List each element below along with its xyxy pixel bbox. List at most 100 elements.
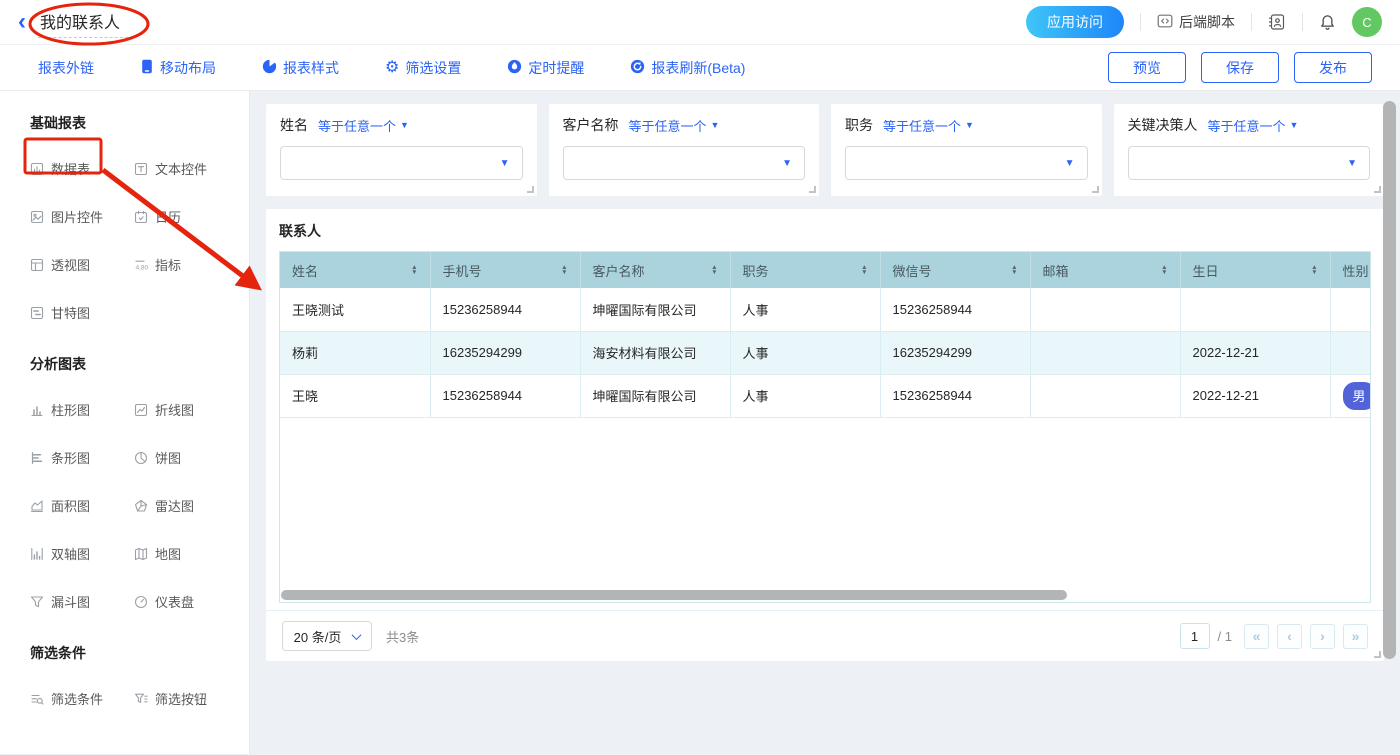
sort-icon[interactable]: ▲▼ (411, 265, 417, 275)
sort-icon[interactable]: ▲▼ (561, 265, 567, 275)
last-page-button[interactable]: » (1343, 624, 1368, 649)
page-size-select[interactable]: 20 条/页 (282, 621, 372, 651)
widget-sidebar: 基础报表 数据表 文本控件 图片控件 日历 (0, 91, 250, 754)
publish-button[interactable]: 发布 (1294, 52, 1372, 83)
sidebar-item-pivot-view[interactable]: 透视图 (30, 255, 134, 274)
horizontal-scrollbar[interactable] (281, 590, 1067, 600)
column-header-job[interactable]: 职务▲▼ (730, 252, 880, 288)
sidebar-item-filter-condition[interactable]: 筛选条件 (30, 689, 134, 708)
toolbar-item-report-style[interactable]: 报表样式 (262, 58, 339, 78)
filter-operator-dropdown[interactable]: 等于任意一个 ▼ (1208, 116, 1299, 135)
resize-handle[interactable] (809, 186, 816, 193)
page-number-input[interactable]: 1 (1180, 623, 1210, 649)
resize-handle[interactable] (1092, 186, 1099, 193)
save-button[interactable]: 保存 (1201, 52, 1279, 83)
column-header-name[interactable]: 姓名▲▼ (280, 252, 430, 288)
table-header-row: 姓名▲▼ 手机号▲▼ 客户名称▲▼ 职务▲▼ 微信号▲▼ 邮箱 ▲▼ 生日▲▼ 性… (280, 252, 1371, 288)
column-header-wechat[interactable]: 微信号▲▼ (880, 252, 1030, 288)
filter-operator-dropdown[interactable]: 等于任意一个 ▼ (318, 116, 409, 135)
filter-value-select[interactable]: ▼ (845, 146, 1088, 180)
filter-operator-dropdown[interactable]: 等于任意一个 ▼ (883, 116, 974, 135)
contacts-table-widget[interactable]: 联系人 姓名▲▼ 手机号▲▼ 客户名称▲▼ 职务▲▼ 微信号▲▼ (266, 209, 1384, 661)
backend-script-button[interactable]: 后端脚本 (1157, 12, 1235, 32)
filter-card-customer-name[interactable]: 客户名称 等于任意一个 ▼ ▼ (549, 104, 820, 196)
app-access-button[interactable]: 应用访问 (1026, 6, 1124, 38)
notification-bell-icon[interactable] (1319, 14, 1336, 31)
sidebar-item-funnel-chart[interactable]: 漏斗图 (30, 592, 134, 611)
cell-email (1030, 331, 1180, 374)
sidebar-item-label: 甘特图 (51, 303, 90, 322)
column-header-customer[interactable]: 客户名称▲▼ (580, 252, 730, 288)
back-icon[interactable]: ‹ (18, 10, 26, 34)
caret-down-icon: ▼ (711, 120, 720, 130)
resize-handle[interactable] (1374, 651, 1381, 658)
filter-widgets-row: 姓名 等于任意一个 ▼ ▼ 客户名称 等于任意一个 ▼ (266, 104, 1384, 196)
sort-icon[interactable]: ▲▼ (1311, 265, 1317, 275)
user-avatar[interactable]: C (1352, 7, 1382, 37)
caret-down-icon: ▼ (400, 120, 409, 130)
prev-page-button[interactable]: ‹ (1277, 624, 1302, 649)
table-row: 王晓 15236258944 坤曜国际有限公司 人事 15236258944 2… (280, 374, 1371, 417)
sidebar-item-label: 柱形图 (51, 400, 90, 419)
sidebar-item-map-chart[interactable]: 地图 (134, 544, 249, 563)
toolbar-item-filter-settings[interactable]: ⚙ 筛选设置 (385, 58, 461, 78)
column-header-phone[interactable]: 手机号▲▼ (430, 252, 580, 288)
sidebar-item-column-chart[interactable]: 柱形图 (30, 400, 134, 419)
filter-card-job-title[interactable]: 职务 等于任意一个 ▼ ▼ (831, 104, 1102, 196)
sidebar-item-line-chart[interactable]: 折线图 (134, 400, 249, 419)
gantt-icon (30, 306, 44, 320)
contacts-icon[interactable] (1268, 13, 1286, 31)
table-row: 王晓测试 15236258944 坤曜国际有限公司 人事 15236258944 (280, 288, 1371, 331)
filter-value-select[interactable]: ▼ (280, 146, 523, 180)
filter-value-select[interactable]: ▼ (1128, 146, 1371, 180)
toolbar-item-report-refresh[interactable]: 报表刷新(Beta) (630, 58, 745, 78)
resize-handle[interactable] (527, 186, 534, 193)
sidebar-item-bar-chart[interactable]: 条形图 (30, 448, 134, 467)
sidebar-item-filter-button[interactable]: 筛选按钮 (134, 689, 249, 708)
sort-icon[interactable]: ▲▼ (1011, 265, 1017, 275)
sidebar-item-calendar[interactable]: 日历 (134, 207, 249, 226)
sidebar-item-radar-chart[interactable]: 雷达图 (134, 496, 249, 515)
sort-icon[interactable]: ▲▼ (1161, 265, 1167, 275)
cell-job: 人事 (730, 288, 880, 331)
toolbar-item-mobile-layout[interactable]: 移动布局 (140, 58, 216, 78)
sidebar-item-data-table[interactable]: 数据表 (30, 159, 134, 178)
sort-icon[interactable]: ▲▼ (711, 265, 717, 275)
sidebar-item-indicator[interactable]: 4,80 指标 (134, 255, 249, 274)
next-page-button[interactable]: › (1310, 624, 1335, 649)
sidebar-item-gauge-chart[interactable]: 仪表盘 (134, 592, 249, 611)
refresh-icon (630, 59, 645, 77)
filter-value-select[interactable]: ▼ (563, 146, 806, 180)
filter-card-name[interactable]: 姓名 等于任意一个 ▼ ▼ (266, 104, 537, 196)
sidebar-item-image-widget[interactable]: 图片控件 (30, 207, 134, 226)
sidebar-item-text-widget[interactable]: 文本控件 (134, 159, 249, 178)
sidebar-item-area-chart[interactable]: 面积图 (30, 496, 134, 515)
filter-operator-dropdown[interactable]: 等于任意一个 ▼ (629, 116, 720, 135)
sidebar-item-label: 图片控件 (51, 207, 103, 226)
sidebar-item-dual-axis-chart[interactable]: 双轴图 (30, 544, 134, 563)
sidebar-item-pie-chart[interactable]: 饼图 (134, 448, 249, 467)
cell-birthday (1180, 288, 1330, 331)
preview-button[interactable]: 预览 (1108, 52, 1186, 83)
column-label: 邮箱 (1043, 261, 1069, 280)
column-header-gender[interactable]: 性别 (1330, 252, 1371, 288)
sort-icon[interactable]: ▲▼ (861, 265, 867, 275)
page-title[interactable]: 我的联系人 (38, 7, 128, 38)
resize-handle[interactable] (1374, 186, 1381, 193)
toolbar-item-timed-reminder[interactable]: 定时提醒 (507, 58, 584, 78)
total-count: 共3条 (386, 627, 419, 646)
toolbar-label: 报表刷新(Beta) (651, 58, 745, 78)
column-header-email[interactable]: 邮箱 ▲▼ (1030, 252, 1180, 288)
cell-birthday: 2022-12-21 (1180, 374, 1330, 417)
toolbar-item-report-external-link[interactable]: 报表外链 (38, 58, 94, 78)
cell-phone: 15236258944 (430, 288, 580, 331)
cell-wechat: 15236258944 (880, 374, 1030, 417)
sidebar-item-gantt[interactable]: 甘特图 (30, 303, 134, 322)
vertical-scrollbar[interactable] (1383, 101, 1396, 659)
cell-email (1030, 288, 1180, 331)
first-page-button[interactable]: « (1244, 624, 1269, 649)
cell-gender: 男 (1330, 374, 1371, 417)
filter-label: 关键决策人 (1128, 115, 1198, 135)
column-header-birthday[interactable]: 生日▲▼ (1180, 252, 1330, 288)
filter-card-key-decision-maker[interactable]: 关键决策人 等于任意一个 ▼ ▼ (1114, 104, 1385, 196)
